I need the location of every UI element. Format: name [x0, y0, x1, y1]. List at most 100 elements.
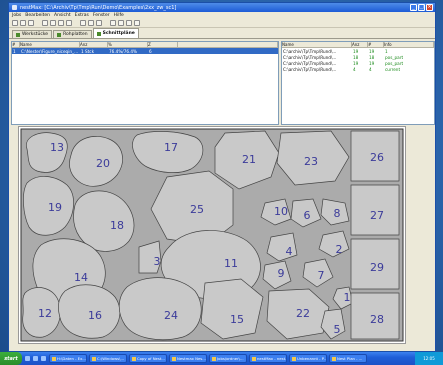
part-label: 18	[110, 219, 124, 232]
menu-view[interactable]: Ansicht	[54, 13, 71, 18]
part-label: 12	[38, 307, 52, 320]
tab-workpieces[interactable]: Werkstücke	[12, 30, 53, 38]
part-label: 25	[190, 203, 204, 216]
cut-icon[interactable]	[42, 20, 48, 26]
toolbar	[9, 19, 435, 28]
part-label: 26	[370, 151, 384, 164]
part-label: 1	[344, 291, 351, 304]
col-header-extra[interactable]	[178, 42, 278, 47]
table-row[interactable]: C:\archiv\Tp\Tmp\Rund\... 4 4 current	[282, 66, 434, 72]
taskbar-button[interactable]: C:\Windows\...	[89, 354, 127, 363]
col-header-qty[interactable]: Anz	[80, 42, 108, 47]
part-label: 5	[334, 323, 341, 336]
part-label: 4	[286, 245, 293, 258]
window-icon	[212, 356, 216, 361]
job-list-table: # Name Anz % Z 1 C:\Nester\Figure_niceqi…	[11, 41, 279, 125]
settings-icon[interactable]	[134, 20, 140, 26]
col-header-plan-no[interactable]: #	[368, 42, 384, 47]
taskbar-button[interactable]: H:\Daten - Ex...	[49, 354, 87, 363]
tab-raw-plates[interactable]: Rohplatten	[53, 30, 92, 38]
taskbar-button[interactable]: Nest Plan - ...	[329, 354, 367, 363]
menu-window[interactable]: Fenster	[93, 13, 110, 18]
col-header-plan-info[interactable]: Info	[384, 42, 434, 47]
new-icon[interactable]	[12, 20, 18, 26]
menu-jobs[interactable]: Jobs	[12, 13, 21, 18]
zoom-out-icon[interactable]	[88, 20, 94, 26]
part-label: 8	[334, 207, 341, 220]
zoom-in-icon[interactable]	[80, 20, 86, 26]
part-label: 14	[74, 271, 88, 284]
window-icon	[172, 356, 176, 361]
part-label: 17	[164, 141, 178, 154]
part-label: 22	[296, 307, 310, 320]
stop-icon[interactable]	[118, 20, 124, 26]
tab-cutting-plans[interactable]: Schnittpläne	[92, 28, 139, 38]
part-label: 21	[242, 153, 256, 166]
open-icon[interactable]	[20, 20, 26, 26]
taskbar-button[interactable]: Jobs/ordner\...	[209, 354, 247, 363]
part-label: 29	[370, 261, 384, 274]
print-icon[interactable]	[126, 20, 132, 26]
plan-icon	[96, 31, 101, 36]
part-label: 2	[336, 243, 343, 256]
table-row[interactable]: 1 C:\Nester\Figure_niceqin_... 1 Stck 76…	[12, 48, 278, 54]
col-header-percent[interactable]: %	[108, 42, 148, 47]
taskbar-button[interactable]: Unbenannt - P...	[289, 354, 327, 363]
window-icon	[332, 356, 336, 361]
menu-help[interactable]: Hilfe	[114, 13, 124, 18]
quicklaunch-icon[interactable]	[25, 356, 30, 361]
quicklaunch-icon[interactable]	[33, 356, 38, 361]
window-icon	[252, 356, 256, 361]
tab-bar: Werkstücke Rohplatten Schnittpläne	[9, 28, 435, 39]
taskbar-button[interactable]: Copy of Nest...	[129, 354, 167, 363]
minimize-button[interactable]: _	[410, 4, 417, 11]
start-button[interactable]: start	[0, 352, 22, 365]
copy-icon[interactable]	[50, 20, 56, 26]
menu-extras[interactable]: Extras	[75, 13, 89, 18]
part-label: 10	[274, 205, 288, 218]
system-tray: 12:05	[415, 352, 443, 365]
menu-edit[interactable]: Bearbeiten	[25, 13, 50, 18]
part-label: 16	[88, 309, 102, 322]
nesting-plan-canvas[interactable]: 13 20 17 21 23 26 19 18 25 10 6 8 27 3 11 4 2 14 9 7 29 1 12 16…	[18, 126, 406, 344]
col-header-plan-name[interactable]: Name	[282, 42, 352, 47]
col-header-plan-qty[interactable]: Anz	[352, 42, 368, 47]
taskbar-button[interactable]: nestMax - nest...	[249, 354, 287, 363]
part-label: 19	[48, 201, 62, 214]
undo-icon[interactable]	[66, 20, 72, 26]
part-label: 6	[304, 209, 311, 222]
nesting-plan: 13 20 17 21 23 26 19 18 25 10 6 8 27 3 11 4 2 14 9 7 29 1 12 16…	[20, 128, 404, 342]
part-label: 11	[224, 257, 238, 270]
maximize-button[interactable]: □	[418, 4, 425, 11]
window-icon	[52, 356, 56, 361]
plan-list-table: Name Anz # Info C:\archiv\Tp\Tmp\Rund\..…	[281, 41, 435, 125]
part-label: 20	[96, 157, 110, 170]
part-label: 24	[164, 309, 178, 322]
part-shape-24[interactable]	[118, 277, 202, 341]
app-icon	[12, 5, 17, 10]
taskbar-button[interactable]: Nestmax Nes...	[169, 354, 207, 363]
title-bar[interactable]: nestMax: [C:\Archiv\Tp\Tmp\Run\Demo\Exam…	[9, 3, 435, 12]
nest-icon[interactable]	[110, 20, 116, 26]
part-label: 23	[304, 155, 318, 168]
paste-icon[interactable]	[58, 20, 64, 26]
part-label: 15	[230, 313, 244, 326]
part-label: 3	[154, 255, 161, 268]
save-icon[interactable]	[28, 20, 34, 26]
quicklaunch-icon[interactable]	[41, 356, 46, 361]
col-header-z[interactable]: Z	[148, 42, 178, 47]
part-label: 9	[278, 267, 285, 280]
window-icon	[132, 356, 136, 361]
part-label: 28	[370, 313, 384, 326]
plate-icon	[57, 32, 62, 37]
part-label: 7	[318, 269, 325, 282]
clock: 12:05	[423, 356, 435, 361]
fit-icon[interactable]	[96, 20, 102, 26]
close-button[interactable]: ×	[426, 4, 433, 11]
window-icon	[292, 356, 296, 361]
window-icon	[92, 356, 96, 361]
taskbar: start H:\Daten - Ex... C:\Windows\... Copy…	[0, 352, 443, 365]
col-header-index[interactable]: #	[12, 42, 20, 47]
window-title: nestMax: [C:\Archiv\Tp\Tmp\Run\Demo\Exam…	[20, 4, 177, 11]
col-header-name[interactable]: Name	[20, 42, 80, 47]
